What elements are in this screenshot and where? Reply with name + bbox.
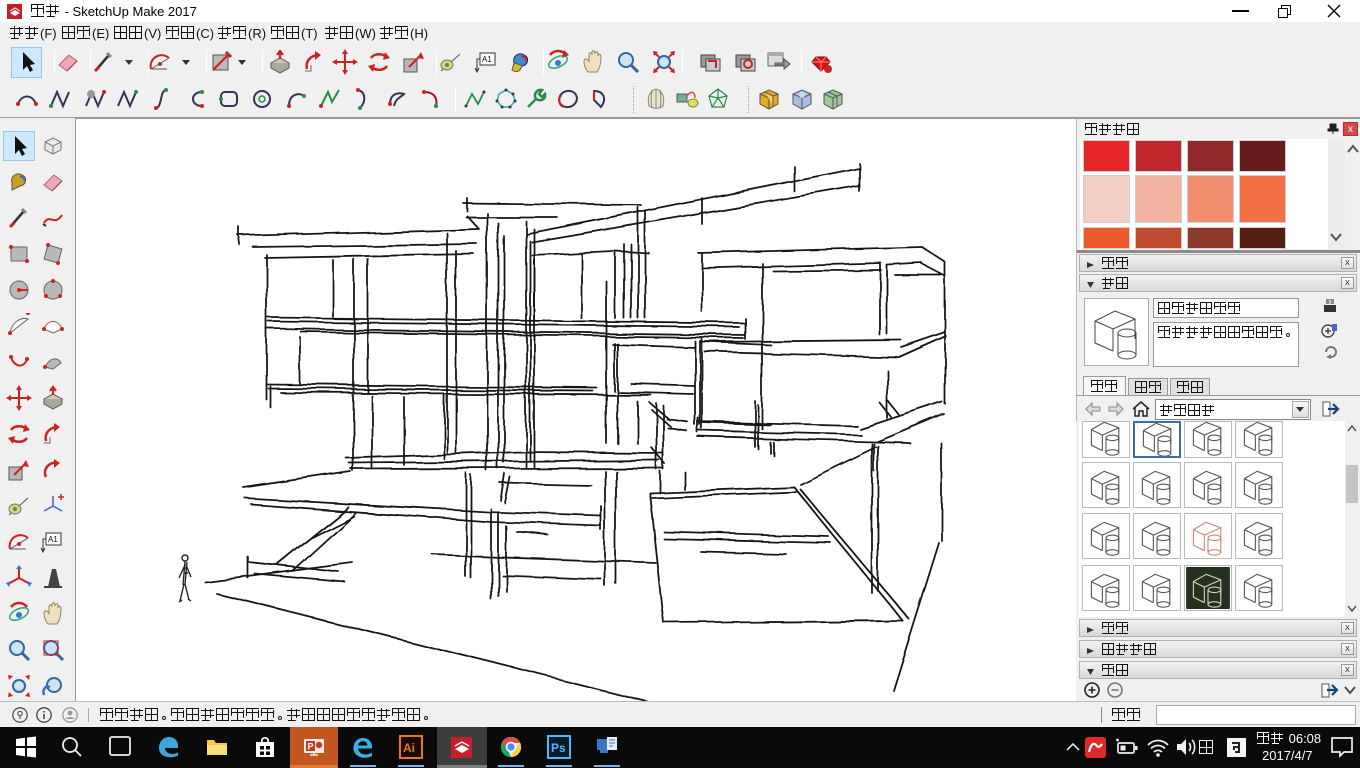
svg-text:A1: A1 (482, 55, 492, 64)
svg-text:P: P (308, 742, 314, 752)
svg-text:A1: A1 (48, 535, 58, 544)
svg-text:Ps: Ps (551, 741, 566, 755)
svg-text:Ai: Ai (403, 741, 415, 755)
